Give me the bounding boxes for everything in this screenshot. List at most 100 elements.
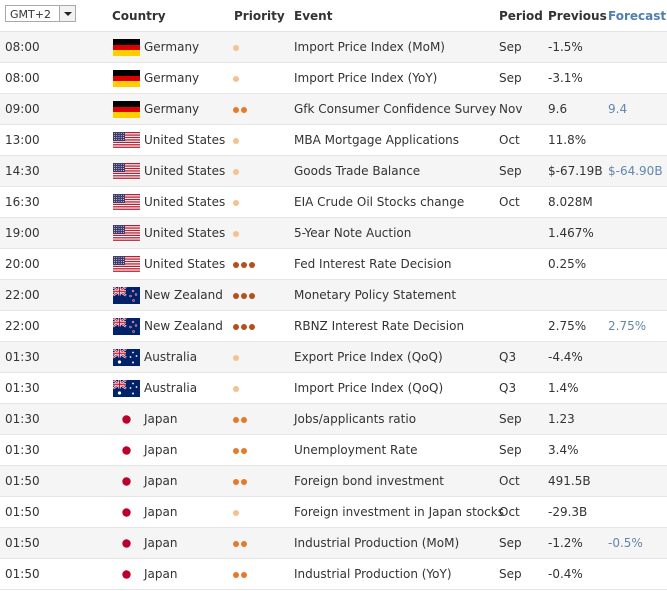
priority-dot-icon	[241, 541, 247, 547]
priority-dot-icon	[241, 324, 247, 330]
table-row[interactable]: 01:30 Australia Import Price Index (QoQ) Q3…	[0, 373, 667, 404]
priority-indicator	[233, 200, 241, 206]
event-country: Japan	[144, 567, 178, 581]
table-row[interactable]: 13:00 United States MBA Mortgage Applicati…	[0, 125, 667, 156]
event-previous: 8.028M	[548, 195, 593, 209]
event-time: 01:30	[5, 412, 40, 426]
header-forecast[interactable]: Forecast	[608, 9, 666, 23]
event-time: 01:50	[5, 505, 40, 519]
jp-flag-icon	[113, 442, 140, 459]
economic-calendar: GMT+2 Country Priority Event Period Prev…	[0, 0, 667, 590]
event-country: Germany	[144, 102, 200, 116]
priority-dot-icon	[233, 572, 239, 578]
event-country: Germany	[144, 40, 200, 54]
table-row[interactable]: 01:50 Japan Industrial Production (YoY) Sep…	[0, 559, 667, 590]
table-row[interactable]: 14:30 United States Goods Trade Balance Sep…	[0, 156, 667, 187]
table-row[interactable]: 09:00 Germany Gfk Consumer Confidence Surv…	[0, 94, 667, 125]
event-previous: 0.25%	[548, 257, 587, 271]
nz-flag-icon	[113, 287, 140, 304]
table-row[interactable]: 01:50 Japan Foreign bond investment Oct 491.…	[0, 466, 667, 497]
event-period: Oct	[499, 133, 520, 147]
event-time: 16:30	[5, 195, 40, 209]
event-forecast: -0.5%	[608, 536, 643, 550]
priority-dot-icon	[241, 293, 247, 299]
calendar-header: GMT+2 Country Priority Event Period Prev…	[0, 0, 667, 32]
event-period: Q3	[499, 350, 517, 364]
priority-dot-icon	[233, 417, 239, 423]
table-row[interactable]: 22:00 New Zealand Monetary Policy Statemen…	[0, 280, 667, 311]
event-previous: -3.1%	[548, 71, 583, 85]
event-country: Germany	[144, 71, 200, 85]
priority-indicator	[233, 386, 241, 392]
table-row[interactable]: 19:00 United States 5-Year Note Auction 1.4…	[0, 218, 667, 249]
priority-indicator	[233, 293, 257, 299]
priority-dot-icon	[233, 231, 239, 237]
table-row[interactable]: 08:00 Germany Import Price Index (MoM) Sep -…	[0, 32, 667, 63]
priority-dot-icon	[249, 262, 255, 268]
event-country: United States	[144, 164, 226, 178]
table-row[interactable]: 16:30 United States EIA Crude Oil Stocks c…	[0, 187, 667, 218]
event-time: 01:30	[5, 381, 40, 395]
priority-dot-icon	[233, 448, 239, 454]
table-row[interactable]: 01:30 Japan Unemployment Rate Sep 3.4%	[0, 435, 667, 466]
event-forecast: 2.75%	[608, 319, 647, 333]
chevron-down-icon[interactable]	[59, 6, 75, 21]
event-forecast: 9.4	[608, 102, 628, 116]
priority-dot-icon	[249, 293, 255, 299]
table-row[interactable]: 01:50 Japan Foreign investment in Japan st…	[0, 497, 667, 528]
event-name: Fed Interest Rate Decision	[294, 257, 452, 271]
priority-indicator	[233, 324, 257, 330]
header-period[interactable]: Period	[499, 9, 543, 23]
table-row[interactable]: 01:30 Australia Export Price Index (QoQ) Q3…	[0, 342, 667, 373]
header-priority[interactable]: Priority	[234, 9, 285, 23]
event-period: Sep	[499, 567, 522, 581]
event-time: 14:30	[5, 164, 40, 178]
header-previous[interactable]: Previous	[548, 9, 607, 23]
event-period: Oct	[499, 505, 520, 519]
table-row[interactable]: 20:00 United States Fed Interest Rate Deci…	[0, 249, 667, 280]
event-time: 01:50	[5, 536, 40, 550]
event-name: Gfk Consumer Confidence Survey	[294, 102, 497, 116]
event-name: MBA Mortgage Applications	[294, 133, 460, 147]
event-name: Monetary Policy Statement	[294, 288, 457, 302]
table-row[interactable]: 01:50 Japan Industrial Production (MoM) Sep…	[0, 528, 667, 559]
priority-dot-icon	[233, 169, 239, 175]
event-time: 20:00	[5, 257, 40, 271]
event-name: Jobs/applicants ratio	[294, 412, 417, 426]
us-flag-icon	[113, 225, 140, 242]
priority-dot-icon	[233, 510, 239, 516]
us-flag-icon	[113, 132, 140, 149]
priority-indicator	[233, 448, 249, 454]
header-country[interactable]: Country	[112, 9, 166, 23]
priority-indicator	[233, 231, 241, 237]
table-row[interactable]: 08:00 Germany Import Price Index (YoY) Sep -…	[0, 63, 667, 94]
timezone-select[interactable]: GMT+2	[5, 5, 76, 22]
us-flag-icon	[113, 194, 140, 211]
event-time: 01:30	[5, 350, 40, 364]
event-list: 08:00 Germany Import Price Index (MoM) Sep -…	[0, 32, 667, 590]
au-flag-icon	[113, 349, 140, 366]
priority-indicator	[233, 169, 241, 175]
event-previous: -29.3B	[548, 505, 588, 519]
event-name: Import Price Index (YoY)	[294, 71, 438, 85]
table-row[interactable]: 01:30 Japan Jobs/applicants ratio Sep 1.23	[0, 404, 667, 435]
event-country: New Zealand	[144, 288, 223, 302]
event-name: Import Price Index (MoM)	[294, 40, 445, 54]
event-period: Q3	[499, 381, 517, 395]
event-previous: $-67.19B	[548, 164, 603, 178]
event-time: 08:00	[5, 71, 40, 85]
table-row[interactable]: 22:00 New Zealand RBNZ Interest Rate Decis…	[0, 311, 667, 342]
event-time: 22:00	[5, 319, 40, 333]
header-event[interactable]: Event	[294, 9, 332, 23]
priority-indicator	[233, 76, 241, 82]
event-previous: 1.4%	[548, 381, 579, 395]
event-country: United States	[144, 195, 226, 209]
event-time: 01:50	[5, 567, 40, 581]
event-country: Australia	[144, 350, 198, 364]
priority-dot-icon	[241, 107, 247, 113]
jp-flag-icon	[113, 535, 140, 552]
event-previous: 1.23	[548, 412, 575, 426]
event-name: Foreign bond investment	[294, 474, 444, 488]
priority-dot-icon	[233, 262, 239, 268]
event-time: 09:00	[5, 102, 40, 116]
